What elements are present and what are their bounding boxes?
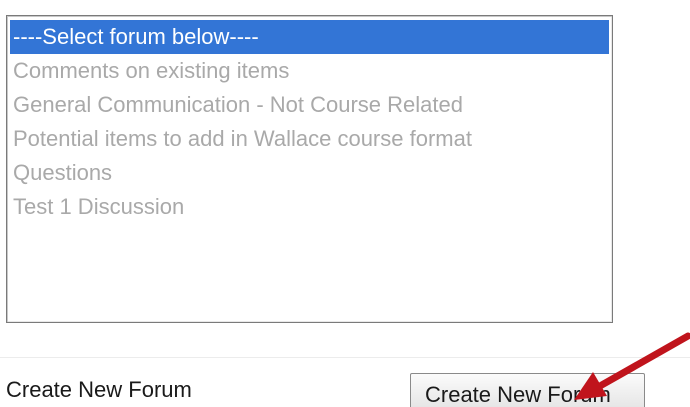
create-forum-label: Create New Forum	[6, 377, 192, 402]
create-new-forum-button[interactable]: Create New Forum	[410, 373, 645, 407]
forum-option-general-communication[interactable]: General Communication - Not Course Relat…	[10, 88, 609, 122]
forum-option-test1-discussion[interactable]: Test 1 Discussion	[10, 190, 609, 224]
section-divider	[0, 357, 690, 358]
forum-option-questions[interactable]: Questions	[10, 156, 609, 190]
forum-listbox[interactable]: ----Select forum below---- Comments on e…	[6, 15, 613, 323]
forum-option-select-placeholder[interactable]: ----Select forum below----	[10, 20, 609, 54]
forum-option-comments[interactable]: Comments on existing items	[10, 54, 609, 88]
forum-option-potential-items[interactable]: Potential items to add in Wallace course…	[10, 122, 609, 156]
